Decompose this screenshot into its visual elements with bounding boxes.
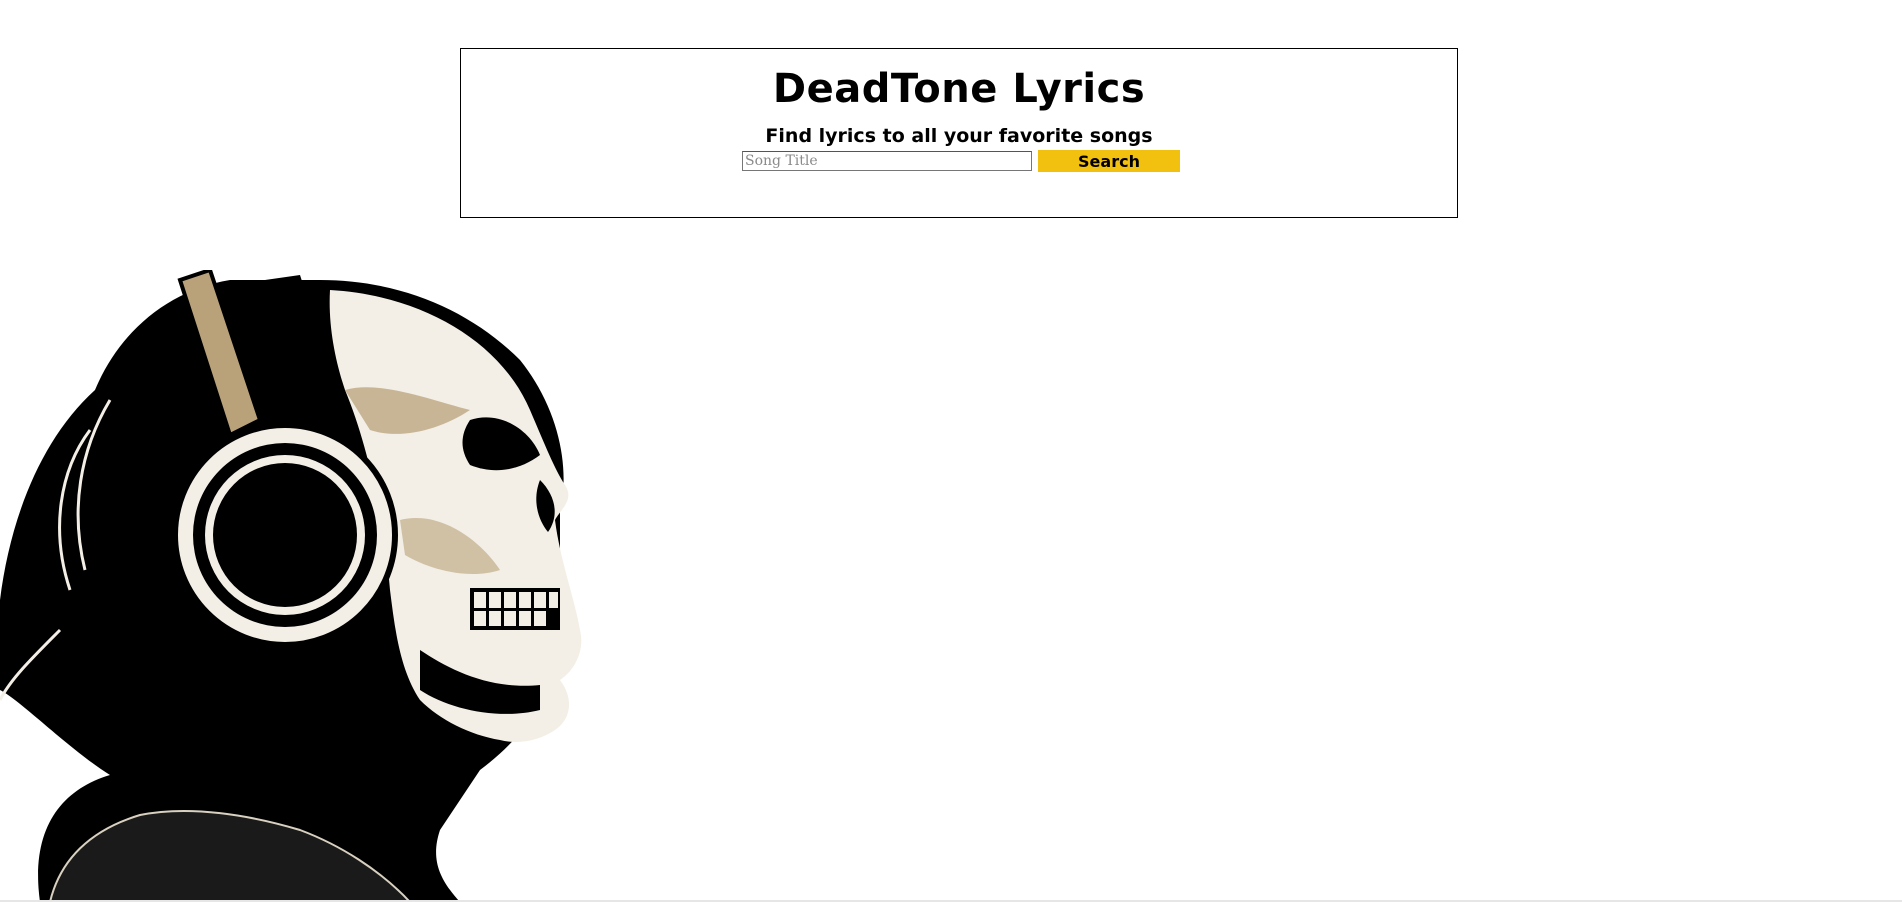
site-subtitle: Find lyrics to all your favorite songs	[765, 125, 1153, 147]
search-form: Search	[742, 150, 1180, 172]
teeth	[470, 588, 560, 630]
site-title: DeadTone Lyrics	[772, 66, 1146, 112]
skull-headphones-illustration	[0, 270, 582, 902]
headphone-ear-cup-center	[213, 463, 357, 607]
search-button[interactable]: Search	[1038, 150, 1180, 172]
song-title-input[interactable]	[742, 151, 1032, 171]
header-panel: DeadTone Lyrics Find lyrics to all your …	[460, 48, 1458, 218]
page: DeadTone Lyrics Find lyrics to all your …	[0, 0, 1902, 902]
